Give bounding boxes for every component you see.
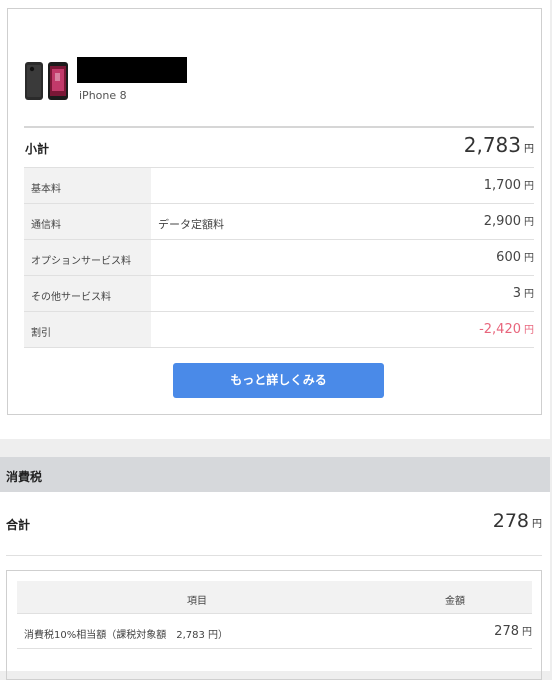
subtotal-amount: 2,783 円 xyxy=(463,133,534,157)
fee-amount: 1,700 円 xyxy=(483,178,534,193)
device-billing-card: iPhone 8 小計 2,783 円 基本料 1,700 円 通信料 データ定額料… xyxy=(7,8,542,415)
tax-total-amount: 278 円 xyxy=(492,510,542,532)
fee-sub-label: データ定額料 xyxy=(158,218,224,231)
tax-item-label: 消費税10%相当額（課税対象額 2,783 円） xyxy=(24,630,229,641)
subtotal-label: 小計 xyxy=(25,142,50,156)
column-header-amount: 金額 xyxy=(445,596,465,607)
fee-label: 割引 xyxy=(24,312,151,347)
redacted-phone-number xyxy=(77,57,187,83)
fee-label: 通信料 xyxy=(24,204,151,239)
fee-label: 基本料 xyxy=(24,168,151,203)
column-header-item: 項目 xyxy=(187,596,207,607)
consumption-tax-section: 消費税 合計 278 円 項目 金額 消費税10%相当額（課税対象額 2,783 … xyxy=(0,457,550,680)
tax-item-amount: 278 円 xyxy=(494,624,532,639)
fee-row-basic: 基本料 1,700 円 xyxy=(24,168,534,204)
tax-table-header: 項目 金額 xyxy=(17,581,532,614)
billing-detail-panel: iPhone 8 小計 2,783 円 基本料 1,700 円 通信料 データ定額料… xyxy=(0,0,550,439)
iphone-image xyxy=(25,62,68,100)
table-row: 消費税10%相当額（課税対象額 2,783 円） 278 円 xyxy=(17,614,532,649)
fee-row-other-service: その他サービス料 3円 xyxy=(24,276,534,312)
tax-total-row: 合計 278 円 xyxy=(6,492,542,556)
fee-label: オプションサービス料 xyxy=(24,240,151,275)
fee-amount: 600 円 xyxy=(496,250,534,265)
fee-row-option-service: オプションサービス料 600 円 xyxy=(24,240,534,276)
more-details-button[interactable]: もっと詳しくみる xyxy=(173,363,384,398)
fee-amount: 3円 xyxy=(512,286,534,301)
fee-row-discount: 割引 -2,420 円 xyxy=(24,312,534,348)
subtotal-row: 小計 2,783 円 xyxy=(24,126,534,168)
tax-total-label: 合計 xyxy=(6,518,31,532)
fee-amount: -2,420 円 xyxy=(479,322,534,337)
tax-section-header: 消費税 xyxy=(0,457,550,492)
fee-breakdown-table: 基本料 1,700 円 通信料 データ定額料 2,900 円 オプションサービス料 … xyxy=(24,168,534,348)
tax-detail-card: 項目 金額 消費税10%相当額（課税対象額 2,783 円） 278 円 xyxy=(6,570,542,680)
device-name: iPhone 8 xyxy=(79,89,127,102)
fee-amount: 2,900 円 xyxy=(483,214,534,229)
fee-label: その他サービス料 xyxy=(24,276,151,311)
fee-row-communication: 通信料 データ定額料 2,900 円 xyxy=(24,204,534,240)
